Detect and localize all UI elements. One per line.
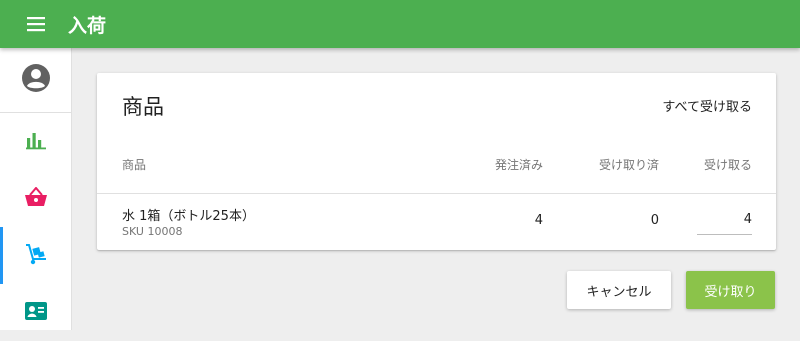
sidebar-item-contacts[interactable] bbox=[0, 284, 72, 341]
account-circle-icon bbox=[21, 63, 51, 97]
receive-all-button[interactable]: すべて受け取る bbox=[662, 96, 752, 115]
column-header-ordered: 発注済み bbox=[494, 158, 543, 172]
ordered-quantity: 4 bbox=[534, 213, 543, 228]
column-header-receive: 受け取る bbox=[703, 158, 752, 172]
contact-card-icon bbox=[24, 301, 48, 325]
hand-truck-icon bbox=[24, 243, 48, 269]
table-divider bbox=[97, 193, 776, 194]
sidebar-item-orders[interactable] bbox=[0, 170, 72, 227]
card-title: 商品 bbox=[122, 95, 164, 119]
bar-chart-icon bbox=[25, 130, 47, 154]
page-title: 入荷 bbox=[68, 14, 107, 37]
receive-quantity-input[interactable] bbox=[697, 205, 752, 235]
receive-button[interactable]: 受け取り bbox=[686, 271, 775, 309]
sidebar-item-reports[interactable] bbox=[0, 113, 72, 170]
sidebar-item-account[interactable] bbox=[0, 48, 72, 113]
hamburger-menu-icon[interactable] bbox=[22, 10, 50, 38]
product-name: 水 1箱（ボトル25本） bbox=[122, 209, 255, 224]
products-card: 商品 すべて受け取る 商品 発注済み 受け取り済 受け取る 水 1箱（ボトル25… bbox=[97, 73, 776, 250]
cancel-button[interactable]: キャンセル bbox=[567, 271, 671, 309]
product-sku: SKU 10008 bbox=[122, 225, 183, 238]
shopping-basket-icon bbox=[24, 185, 48, 211]
column-header-received: 受け取り済 bbox=[598, 158, 659, 172]
received-quantity: 0 bbox=[650, 213, 659, 228]
app-bar: 入荷 bbox=[0, 0, 800, 48]
column-header-product: 商品 bbox=[122, 158, 147, 172]
sidebar-item-receiving[interactable] bbox=[0, 227, 72, 284]
sidebar bbox=[0, 48, 72, 330]
